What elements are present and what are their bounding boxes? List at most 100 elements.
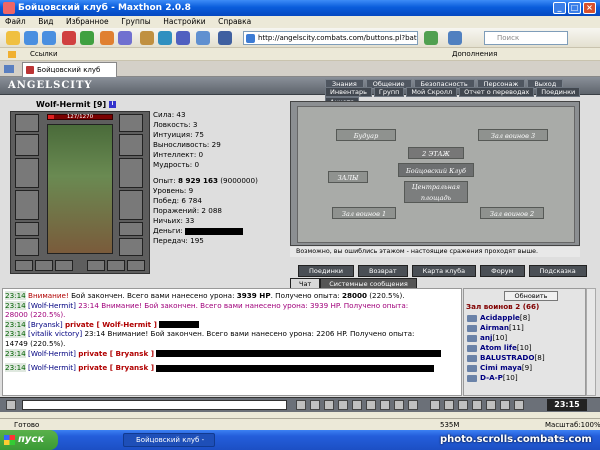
music-icon[interactable] (380, 400, 390, 410)
start-button[interactable]: пуск (0, 430, 58, 450)
chat-nick[interactable]: [Wolf-Hermit] (28, 349, 76, 358)
stop-icon[interactable] (62, 31, 76, 45)
tools-icon[interactable] (140, 31, 154, 45)
links-label[interactable]: Ссылки (30, 48, 58, 61)
slot-amulet[interactable] (15, 134, 39, 156)
nav-groups[interactable]: Групп (373, 87, 405, 97)
search-input[interactable]: Поиск (484, 31, 568, 45)
character-avatar[interactable] (47, 124, 113, 254)
new-tab-icon[interactable] (6, 31, 20, 45)
slot-quick-2[interactable] (35, 260, 53, 271)
return-button[interactable]: Возврат (357, 265, 408, 277)
menu-view[interactable]: Вид (33, 16, 58, 28)
tab-fight-club[interactable]: Бойцовский клуб (22, 62, 117, 77)
info-icon[interactable]: i (108, 101, 116, 108)
clock-icon[interactable] (176, 31, 190, 45)
map-warriors-hall-3[interactable]: Зал воинов 3 (478, 129, 548, 141)
extras-label[interactable]: Дополнения (452, 48, 497, 61)
sound-icon[interactable] (366, 400, 376, 410)
map-floor-2[interactable]: 2 ЭТАЖ (408, 147, 464, 159)
go-icon[interactable] (424, 31, 438, 45)
nav-fights[interactable]: Поединки (536, 87, 581, 97)
mail-game-icon[interactable] (500, 400, 510, 410)
refresh-icon[interactable] (80, 31, 94, 45)
translit-icon[interactable] (352, 400, 362, 410)
download-icon[interactable] (218, 31, 232, 45)
hint-button[interactable]: Подсказка (528, 265, 587, 277)
minimize-button[interactable]: _ (553, 2, 566, 14)
sync-icon[interactable] (158, 31, 172, 45)
fights-button[interactable]: Поединки (298, 265, 354, 277)
player-row[interactable]: D-A-P[10] (466, 373, 583, 383)
slot-quick-1[interactable] (15, 260, 33, 271)
chat-menu-icon[interactable] (6, 400, 16, 410)
slot-gloves[interactable] (119, 190, 143, 220)
nav-my-scroll[interactable]: Мой Скролл (406, 87, 458, 97)
player-row[interactable]: Acidapple[8] (466, 313, 583, 323)
smile-icon[interactable] (444, 400, 454, 410)
slot-quick-5[interactable] (107, 260, 125, 271)
map-halls[interactable]: ЗАЛЫ (328, 171, 368, 183)
settings-icon[interactable] (408, 400, 418, 410)
back-icon[interactable] (24, 31, 38, 45)
close-button[interactable]: × (583, 2, 596, 14)
slot-helmet[interactable] (119, 114, 143, 132)
friends-icon[interactable] (458, 400, 468, 410)
club-map-button[interactable]: Карта клуба (411, 265, 477, 277)
player-row[interactable]: Airman[11] (466, 323, 583, 333)
home-icon[interactable] (100, 31, 114, 45)
menu-groups[interactable]: Группы (116, 16, 156, 28)
slot-quick-6[interactable] (127, 260, 145, 271)
character-name[interactable]: Wolf-Hermit [9] i (30, 100, 122, 110)
map-fight-club[interactable]: Бойцовский Клуб (398, 163, 474, 177)
slot-bracers[interactable] (119, 134, 143, 156)
map-warriors-hall-1[interactable]: Зал воинов 1 (332, 207, 396, 219)
slot-quick-3[interactable] (55, 260, 73, 271)
slot-quick-4[interactable] (87, 260, 105, 271)
undo-icon[interactable] (118, 31, 132, 45)
refresh-button[interactable]: Обновить (504, 291, 558, 301)
forward-icon[interactable] (42, 31, 56, 45)
slot-belt[interactable] (15, 222, 39, 236)
search-engine-icon[interactable] (448, 31, 462, 45)
smiley-icon[interactable] (338, 400, 348, 410)
menu-settings[interactable]: Настройки (158, 16, 210, 28)
hand-icon[interactable] (430, 400, 440, 410)
chat-input[interactable] (22, 400, 287, 410)
chat-nick[interactable]: [Wolf-Hermit] (28, 363, 76, 372)
chat-nick[interactable]: [Wolf-Hermit] (28, 301, 76, 310)
quest-icon[interactable] (472, 400, 482, 410)
clan-icon[interactable] (486, 400, 496, 410)
clear-icon[interactable] (310, 400, 320, 410)
map-central-square[interactable]: Центральная площадь (404, 181, 468, 203)
menu-favorites[interactable]: Избранное (61, 16, 114, 28)
slot-leggings[interactable] (119, 222, 143, 236)
slot-boots[interactable] (119, 238, 143, 256)
filter-icon[interactable] (324, 400, 334, 410)
address-bar[interactable]: http://angelscity.combats.com/buttons.pl… (243, 31, 418, 45)
chat-nick[interactable]: [Bryansk] (28, 320, 63, 329)
exit-game-icon[interactable] (514, 400, 524, 410)
slot-earrings[interactable] (15, 114, 39, 132)
mail-icon[interactable] (196, 31, 210, 45)
map-warriors-hall-2[interactable]: Зал воинов 2 (480, 207, 544, 219)
tab-menu-icon[interactable] (4, 65, 14, 73)
slot-weapon[interactable] (15, 158, 39, 188)
player-row[interactable]: Cimi maya[9] (466, 363, 583, 373)
nav-inventory[interactable]: Инвентарь (325, 87, 372, 97)
map-boudoir[interactable]: Будуар (336, 129, 396, 141)
scroll-icon[interactable] (394, 400, 404, 410)
taskbar-item-fight-club[interactable]: Бойцовский клуб - M... (123, 433, 215, 450)
slot-armor[interactable] (15, 190, 39, 220)
maximize-button[interactable]: □ (568, 2, 581, 14)
player-row[interactable]: Atom life[10] (466, 343, 583, 353)
slot-ring[interactable] (15, 238, 39, 256)
player-row[interactable]: anj[10] (466, 333, 583, 343)
chat-nick[interactable]: [vitalik victory] (28, 329, 82, 338)
menu-help[interactable]: Справка (213, 16, 256, 28)
menu-file[interactable]: Файл (0, 16, 31, 28)
player-list-scrollbar[interactable] (586, 288, 596, 396)
send-icon[interactable] (296, 400, 306, 410)
player-row[interactable]: BALUSTRADO[8] (466, 353, 583, 363)
slot-shield[interactable] (119, 158, 143, 188)
